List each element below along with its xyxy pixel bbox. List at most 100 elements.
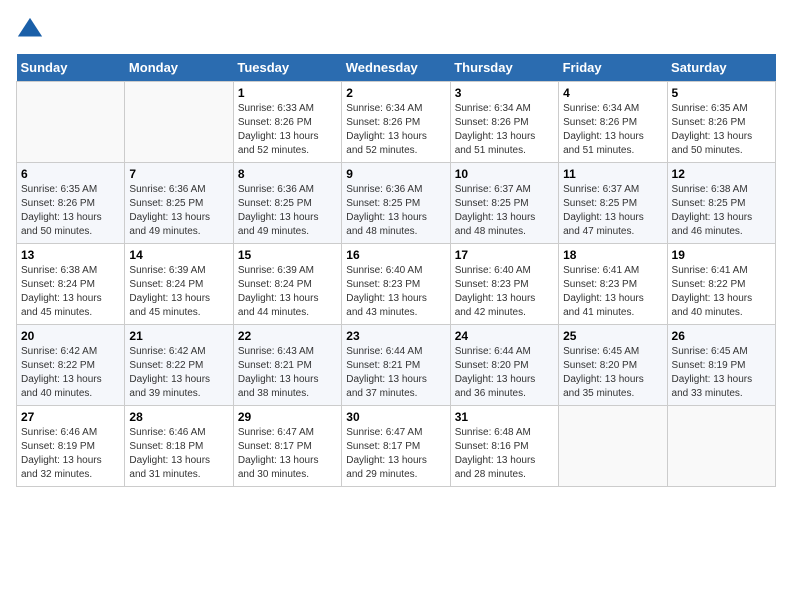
- calendar-cell: 24 Sunrise: 6:44 AMSunset: 8:20 PMDaylig…: [450, 325, 558, 406]
- day-info: Sunrise: 6:47 AMSunset: 8:17 PMDaylight:…: [346, 426, 445, 482]
- day-info: Sunrise: 6:37 AMSunset: 8:25 PMDaylight:…: [455, 183, 554, 239]
- calendar-week-row: 13 Sunrise: 6:38 AMSunset: 8:24 PMDaylig…: [17, 244, 776, 325]
- calendar-table: SundayMondayTuesdayWednesdayThursdayFrid…: [16, 54, 776, 487]
- day-number: 27: [21, 410, 120, 424]
- calendar-cell: 16 Sunrise: 6:40 AMSunset: 8:23 PMDaylig…: [342, 244, 450, 325]
- day-number: 20: [21, 329, 120, 343]
- calendar-cell: [559, 406, 667, 487]
- calendar-day-header: Friday: [559, 54, 667, 82]
- day-info: Sunrise: 6:43 AMSunset: 8:21 PMDaylight:…: [238, 345, 337, 401]
- day-number: 22: [238, 329, 337, 343]
- day-info: Sunrise: 6:44 AMSunset: 8:20 PMDaylight:…: [455, 345, 554, 401]
- day-info: Sunrise: 6:45 AMSunset: 8:20 PMDaylight:…: [563, 345, 662, 401]
- calendar-cell: 26 Sunrise: 6:45 AMSunset: 8:19 PMDaylig…: [667, 325, 775, 406]
- page-header: [16, 16, 776, 44]
- day-info: Sunrise: 6:48 AMSunset: 8:16 PMDaylight:…: [455, 426, 554, 482]
- calendar-cell: 21 Sunrise: 6:42 AMSunset: 8:22 PMDaylig…: [125, 325, 233, 406]
- calendar-cell: 6 Sunrise: 6:35 AMSunset: 8:26 PMDayligh…: [17, 163, 125, 244]
- day-info: Sunrise: 6:38 AMSunset: 8:25 PMDaylight:…: [672, 183, 771, 239]
- calendar-cell: 4 Sunrise: 6:34 AMSunset: 8:26 PMDayligh…: [559, 82, 667, 163]
- calendar-cell: 12 Sunrise: 6:38 AMSunset: 8:25 PMDaylig…: [667, 163, 775, 244]
- calendar-cell: [17, 82, 125, 163]
- calendar-week-row: 6 Sunrise: 6:35 AMSunset: 8:26 PMDayligh…: [17, 163, 776, 244]
- day-number: 2: [346, 86, 445, 100]
- calendar-day-header: Saturday: [667, 54, 775, 82]
- calendar-cell: 2 Sunrise: 6:34 AMSunset: 8:26 PMDayligh…: [342, 82, 450, 163]
- day-info: Sunrise: 6:34 AMSunset: 8:26 PMDaylight:…: [346, 102, 445, 158]
- day-info: Sunrise: 6:46 AMSunset: 8:18 PMDaylight:…: [129, 426, 228, 482]
- day-info: Sunrise: 6:36 AMSunset: 8:25 PMDaylight:…: [238, 183, 337, 239]
- day-info: Sunrise: 6:34 AMSunset: 8:26 PMDaylight:…: [455, 102, 554, 158]
- day-number: 18: [563, 248, 662, 262]
- day-number: 16: [346, 248, 445, 262]
- day-number: 19: [672, 248, 771, 262]
- calendar-cell: 18 Sunrise: 6:41 AMSunset: 8:23 PMDaylig…: [559, 244, 667, 325]
- day-number: 1: [238, 86, 337, 100]
- day-number: 28: [129, 410, 228, 424]
- day-info: Sunrise: 6:39 AMSunset: 8:24 PMDaylight:…: [129, 264, 228, 320]
- calendar-cell: 3 Sunrise: 6:34 AMSunset: 8:26 PMDayligh…: [450, 82, 558, 163]
- day-number: 10: [455, 167, 554, 181]
- day-number: 30: [346, 410, 445, 424]
- day-number: 5: [672, 86, 771, 100]
- day-number: 21: [129, 329, 228, 343]
- day-info: Sunrise: 6:40 AMSunset: 8:23 PMDaylight:…: [455, 264, 554, 320]
- day-number: 15: [238, 248, 337, 262]
- day-number: 11: [563, 167, 662, 181]
- calendar-cell: 15 Sunrise: 6:39 AMSunset: 8:24 PMDaylig…: [233, 244, 341, 325]
- day-info: Sunrise: 6:34 AMSunset: 8:26 PMDaylight:…: [563, 102, 662, 158]
- day-number: 6: [21, 167, 120, 181]
- calendar-cell: 10 Sunrise: 6:37 AMSunset: 8:25 PMDaylig…: [450, 163, 558, 244]
- day-info: Sunrise: 6:35 AMSunset: 8:26 PMDaylight:…: [672, 102, 771, 158]
- calendar-cell: 5 Sunrise: 6:35 AMSunset: 8:26 PMDayligh…: [667, 82, 775, 163]
- calendar-day-header: Wednesday: [342, 54, 450, 82]
- day-number: 23: [346, 329, 445, 343]
- day-info: Sunrise: 6:37 AMSunset: 8:25 PMDaylight:…: [563, 183, 662, 239]
- day-number: 26: [672, 329, 771, 343]
- day-info: Sunrise: 6:41 AMSunset: 8:23 PMDaylight:…: [563, 264, 662, 320]
- calendar-header-row: SundayMondayTuesdayWednesdayThursdayFrid…: [17, 54, 776, 82]
- calendar-cell: 8 Sunrise: 6:36 AMSunset: 8:25 PMDayligh…: [233, 163, 341, 244]
- day-info: Sunrise: 6:39 AMSunset: 8:24 PMDaylight:…: [238, 264, 337, 320]
- calendar-cell: 13 Sunrise: 6:38 AMSunset: 8:24 PMDaylig…: [17, 244, 125, 325]
- day-info: Sunrise: 6:36 AMSunset: 8:25 PMDaylight:…: [129, 183, 228, 239]
- day-number: 31: [455, 410, 554, 424]
- day-number: 14: [129, 248, 228, 262]
- calendar-day-header: Monday: [125, 54, 233, 82]
- day-number: 8: [238, 167, 337, 181]
- calendar-cell: 22 Sunrise: 6:43 AMSunset: 8:21 PMDaylig…: [233, 325, 341, 406]
- day-number: 25: [563, 329, 662, 343]
- calendar-day-header: Sunday: [17, 54, 125, 82]
- calendar-cell: 9 Sunrise: 6:36 AMSunset: 8:25 PMDayligh…: [342, 163, 450, 244]
- calendar-cell: 14 Sunrise: 6:39 AMSunset: 8:24 PMDaylig…: [125, 244, 233, 325]
- day-info: Sunrise: 6:47 AMSunset: 8:17 PMDaylight:…: [238, 426, 337, 482]
- calendar-cell: [667, 406, 775, 487]
- calendar-week-row: 27 Sunrise: 6:46 AMSunset: 8:19 PMDaylig…: [17, 406, 776, 487]
- calendar-cell: 28 Sunrise: 6:46 AMSunset: 8:18 PMDaylig…: [125, 406, 233, 487]
- calendar-week-row: 20 Sunrise: 6:42 AMSunset: 8:22 PMDaylig…: [17, 325, 776, 406]
- calendar-cell: 30 Sunrise: 6:47 AMSunset: 8:17 PMDaylig…: [342, 406, 450, 487]
- day-number: 9: [346, 167, 445, 181]
- day-info: Sunrise: 6:41 AMSunset: 8:22 PMDaylight:…: [672, 264, 771, 320]
- calendar-cell: 17 Sunrise: 6:40 AMSunset: 8:23 PMDaylig…: [450, 244, 558, 325]
- day-info: Sunrise: 6:45 AMSunset: 8:19 PMDaylight:…: [672, 345, 771, 401]
- day-info: Sunrise: 6:36 AMSunset: 8:25 PMDaylight:…: [346, 183, 445, 239]
- day-info: Sunrise: 6:46 AMSunset: 8:19 PMDaylight:…: [21, 426, 120, 482]
- calendar-cell: 7 Sunrise: 6:36 AMSunset: 8:25 PMDayligh…: [125, 163, 233, 244]
- calendar-cell: 23 Sunrise: 6:44 AMSunset: 8:21 PMDaylig…: [342, 325, 450, 406]
- calendar-cell: 25 Sunrise: 6:45 AMSunset: 8:20 PMDaylig…: [559, 325, 667, 406]
- calendar-cell: 20 Sunrise: 6:42 AMSunset: 8:22 PMDaylig…: [17, 325, 125, 406]
- logo: [16, 16, 48, 44]
- calendar-cell: 29 Sunrise: 6:47 AMSunset: 8:17 PMDaylig…: [233, 406, 341, 487]
- day-number: 12: [672, 167, 771, 181]
- day-info: Sunrise: 6:44 AMSunset: 8:21 PMDaylight:…: [346, 345, 445, 401]
- day-info: Sunrise: 6:35 AMSunset: 8:26 PMDaylight:…: [21, 183, 120, 239]
- calendar-cell: 27 Sunrise: 6:46 AMSunset: 8:19 PMDaylig…: [17, 406, 125, 487]
- day-number: 4: [563, 86, 662, 100]
- day-info: Sunrise: 6:42 AMSunset: 8:22 PMDaylight:…: [21, 345, 120, 401]
- logo-icon: [16, 16, 44, 44]
- day-info: Sunrise: 6:42 AMSunset: 8:22 PMDaylight:…: [129, 345, 228, 401]
- day-number: 29: [238, 410, 337, 424]
- calendar-cell: 19 Sunrise: 6:41 AMSunset: 8:22 PMDaylig…: [667, 244, 775, 325]
- day-number: 7: [129, 167, 228, 181]
